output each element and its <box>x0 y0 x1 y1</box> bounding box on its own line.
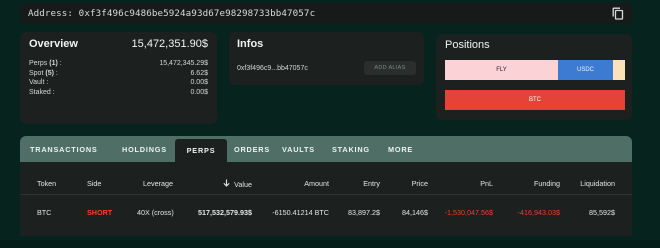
tab-more[interactable]: MORE <box>381 136 421 162</box>
infos-title: Infos <box>237 38 264 50</box>
add-alias-button[interactable]: ADD ALIAS <box>364 61 416 75</box>
cell-token: BTC <box>37 208 52 217</box>
table-header-row: Token Side Leverage Value Amount Entry P… <box>20 170 632 195</box>
address-text: Address: 0xf3f496c9486be5924a93d67e98298… <box>28 8 316 19</box>
arrow-down-icon <box>223 179 230 187</box>
cell-funding: -416,943.03$ <box>517 208 560 217</box>
tab-staking[interactable]: STAKING <box>325 136 381 162</box>
overview-row-staked: Staked : 0.00$ <box>29 88 208 96</box>
cell-leverage: 40X (cross) <box>137 208 174 217</box>
perps-table: Token Side Leverage Value Amount Entry P… <box>20 162 632 236</box>
overview-row-vault: Vault : 0.00$ <box>29 79 208 86</box>
cell-price: 84,146$ <box>402 208 428 217</box>
spot-value: 6.62$ <box>190 69 208 77</box>
cell-liquidation: 85,592$ <box>589 208 615 217</box>
overview-row-spot: Spot (5) : 6.62$ <box>29 69 208 77</box>
position-segment-fly[interactable]: FLY <box>445 60 558 80</box>
cell-side: SHORT <box>87 208 113 217</box>
overview-title: Overview <box>29 38 78 50</box>
header-token[interactable]: Token <box>37 179 56 188</box>
header-price[interactable]: Price <box>412 179 428 188</box>
perps-value: 15,472,345.29$ <box>159 60 208 67</box>
tab-bar: TRANSACTIONS HOLDINGS PERPS ORDERS VAULT… <box>20 136 632 162</box>
header-entry[interactable]: Entry <box>363 179 380 188</box>
tab-perps[interactable]: PERPS <box>175 139 227 162</box>
vault-value: 0.00$ <box>190 79 208 86</box>
overview-row-perps: Perps (1) : 15,472,345.29$ <box>29 60 208 67</box>
positions-card: Positions FLY USDC BTC <box>436 34 632 120</box>
position-segment-other[interactable] <box>613 60 625 80</box>
tab-transactions[interactable]: TRANSACTIONS <box>23 136 115 162</box>
header-leverage[interactable]: Leverage <box>143 179 173 188</box>
positions-allocation-bar: FLY USDC <box>445 60 625 80</box>
address-bar: Address: 0xf3f496c9486be5924a93d67e98298… <box>20 3 632 24</box>
position-bar-btc[interactable]: BTC <box>445 90 625 110</box>
header-side[interactable]: Side <box>87 179 101 188</box>
cell-amount: -6150.41214 BTC <box>272 208 329 217</box>
position-segment-usdc[interactable]: USDC <box>558 60 613 80</box>
header-amount[interactable]: Amount <box>304 179 329 188</box>
infos-card: Infos 0xf3f496c9...bb47057c ADD ALIAS <box>229 32 424 85</box>
infos-short-address: 0xf3f496c9...bb47057c <box>237 64 308 72</box>
cell-pnl: -1,530,047.56$ <box>444 208 493 217</box>
header-funding[interactable]: Funding <box>534 179 560 188</box>
tab-orders[interactable]: ORDERS <box>227 136 275 162</box>
overview-total: 15,472,351.90$ <box>131 38 208 50</box>
overview-card: Overview 15,472,351.90$ Perps (1) : 15,4… <box>20 32 217 124</box>
page-bottom <box>0 240 660 248</box>
positions-title: Positions <box>445 39 490 51</box>
staked-value: 0.00$ <box>190 88 208 96</box>
header-pnl[interactable]: PnL <box>480 179 493 188</box>
copy-icon[interactable] <box>612 7 624 20</box>
header-liquidation[interactable]: Liquidation <box>580 179 615 188</box>
cell-value: 517,532,579.93$ <box>198 208 252 217</box>
tab-vaults[interactable]: VAULTS <box>275 136 325 162</box>
tab-holdings[interactable]: HOLDINGS <box>115 136 175 162</box>
cell-entry: 83,897.2$ <box>348 208 380 217</box>
table-row[interactable]: BTC SHORT 40X (cross) 517,532,579.93$ -6… <box>20 195 632 229</box>
header-value[interactable]: Value <box>223 179 252 189</box>
